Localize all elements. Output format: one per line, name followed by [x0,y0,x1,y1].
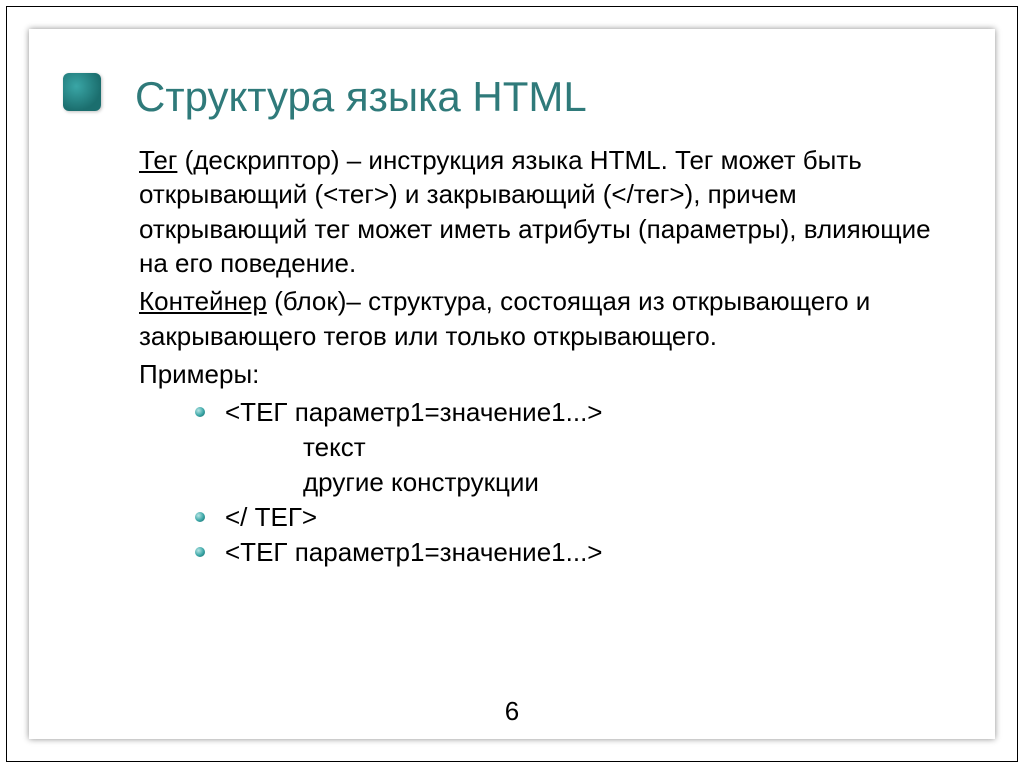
paragraph-tag: Тег (дескриптор) – инструкция языка HTML… [139,143,959,280]
body-text-block: Тег (дескриптор) – инструкция языка HTML… [139,143,959,569]
example-item-2: </ ТЕГ> [195,500,959,535]
example-item-3: <ТЕГ параметр1=значение1...> [195,535,959,570]
slide-inner: Структура языка HTML Тег (дескриптор) – … [29,29,995,599]
slide-card: Структура языка HTML Тег (дескриптор) – … [29,29,995,739]
example-item-1-text: <ТЕГ параметр1=значение1...> [225,397,602,427]
para1-rest: (дескриптор) – инструкция языка HTML. Те… [139,145,931,278]
slide-ornament-icon [63,73,101,111]
example-item-1-sub2: другие конструкции [225,465,959,500]
page-number: 6 [29,696,995,727]
term-container: Контейнер [139,286,267,316]
term-tag: Тег [139,145,177,175]
slide-title: Структура языка HTML [135,73,959,121]
outer-frame: Структура языка HTML Тег (дескриптор) – … [6,6,1018,762]
example-item-1-sub1: текст [225,430,959,465]
paragraph-container: Контейнер (блок)– структура, состоящая и… [139,284,959,353]
example-item-2-text: </ ТЕГ> [225,502,317,532]
example-item-3-text: <ТЕГ параметр1=значение1...> [225,537,602,567]
example-item-1: <ТЕГ параметр1=значение1...> текст други… [195,395,959,499]
examples-label: Примеры: [139,357,959,391]
examples-list: <ТЕГ параметр1=значение1...> текст други… [139,395,959,569]
